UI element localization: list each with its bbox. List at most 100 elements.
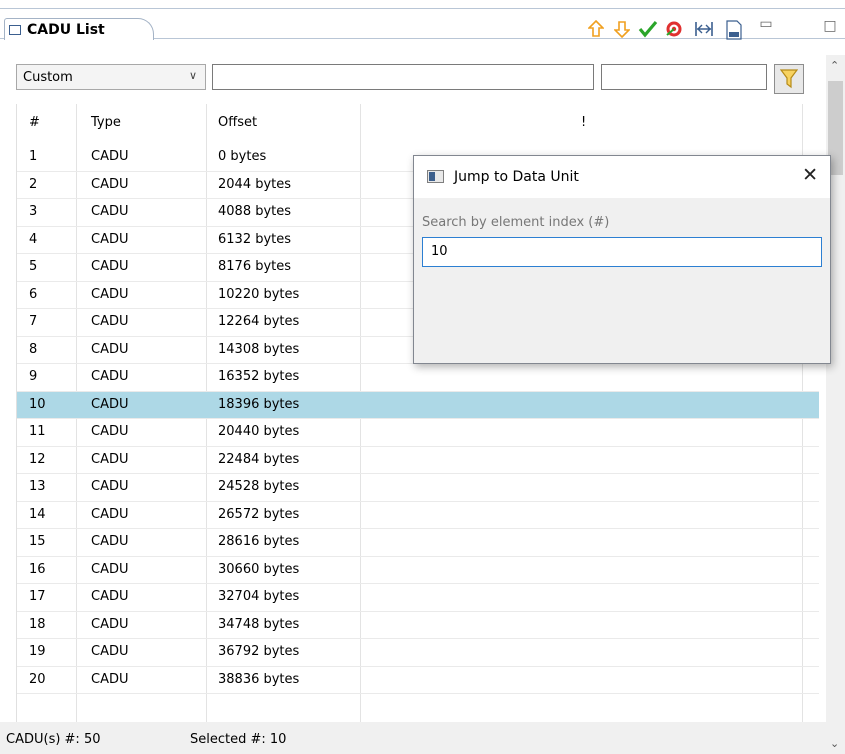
cell-type: CADU — [91, 561, 129, 577]
preset-dropdown-value: Custom — [23, 69, 73, 85]
checkmark-icon[interactable] — [638, 20, 658, 40]
cell-index: 18 — [29, 616, 46, 632]
chevron-down-icon: ∨ — [188, 69, 197, 82]
table-row[interactable]: 10 CADU 18396 bytes — [17, 391, 819, 419]
cell-type: CADU — [91, 671, 129, 687]
cell-index: 2 — [29, 176, 38, 192]
scroll-down-icon[interactable]: ⌄ — [830, 737, 839, 750]
cell-offset: 2044 bytes — [218, 176, 292, 192]
table-row[interactable]: 15 CADU 28616 bytes — [17, 529, 819, 557]
cell-type: CADU — [91, 424, 129, 439]
tab-label: CADU List — [27, 21, 105, 38]
cell-offset: 6132 bytes — [218, 231, 292, 247]
cell-index: 20 — [29, 671, 46, 687]
search-label: Search by element index (#) — [422, 215, 610, 230]
scroll-up-icon[interactable]: ⌃ — [830, 59, 839, 72]
funnel-icon — [780, 69, 798, 89]
cell-offset: 10220 bytes — [218, 286, 300, 302]
jump-to-dialog: Jump to Data Unit ✕ Search by element in… — [413, 155, 831, 364]
minimize-icon[interactable]: ▭ — [756, 14, 776, 34]
table-row[interactable]: 16 CADU 30660 bytes — [17, 557, 819, 584]
view-icon — [9, 24, 21, 35]
preset-dropdown[interactable]: Custom ∨ — [16, 64, 206, 90]
table-row[interactable]: 13 CADU 24528 bytes — [17, 474, 819, 502]
cell-offset: 24528 bytes — [218, 479, 300, 494]
cell-offset: 36792 bytes — [218, 644, 300, 659]
cell-offset: 16352 bytes — [218, 369, 300, 384]
cell-offset: 26572 bytes — [218, 506, 300, 522]
element-index-input[interactable]: 10 — [422, 237, 822, 267]
cell-type: CADU — [91, 451, 129, 467]
table-row[interactable]: 20 CADU 38836 bytes — [17, 667, 819, 694]
maximize-icon[interactable]: □ — [820, 16, 840, 36]
view-tab-bar: CADU List ▭ □ — [0, 0, 845, 40]
close-icon[interactable]: ✕ — [802, 164, 818, 186]
cell-index: 12 — [29, 451, 46, 467]
cell-index: 4 — [29, 231, 38, 247]
column-header-offset[interactable]: Offset — [218, 115, 257, 130]
cell-type: CADU — [91, 176, 129, 192]
cell-offset: 32704 bytes — [218, 589, 300, 604]
table-row[interactable]: 18 CADU 34748 bytes — [17, 612, 819, 639]
cell-type: CADU — [91, 314, 129, 329]
cell-type: CADU — [91, 644, 129, 659]
cell-index: 16 — [29, 561, 46, 577]
cell-type: CADU — [91, 369, 129, 384]
cell-offset: 18396 bytes — [218, 396, 300, 412]
unit-count: CADU(s) #: 50 — [6, 732, 101, 747]
cell-offset: 34748 bytes — [218, 616, 300, 632]
cell-type: CADU — [91, 479, 129, 494]
tab-bar-top-border — [0, 8, 845, 9]
cell-offset: 30660 bytes — [218, 561, 300, 577]
target-icon[interactable] — [664, 20, 684, 40]
table-row[interactable]: 12 CADU 22484 bytes — [17, 447, 819, 474]
secondary-filter-input[interactable] — [601, 64, 767, 90]
cell-index: 7 — [29, 314, 38, 329]
text-filter-input[interactable] — [212, 64, 594, 90]
column-header-flag[interactable]: ! — [581, 115, 586, 130]
cell-offset: 14308 bytes — [218, 341, 300, 357]
cell-offset: 0 bytes — [218, 149, 267, 164]
expand-icon[interactable] — [694, 20, 714, 40]
cell-type: CADU — [91, 534, 129, 549]
selected-count: Selected #: 10 — [190, 732, 287, 747]
cell-index: 14 — [29, 506, 46, 522]
window-icon — [427, 170, 444, 183]
cell-offset: 20440 bytes — [218, 424, 300, 439]
cell-index: 3 — [29, 204, 38, 219]
table-header: # Type Offset ! — [17, 104, 819, 142]
cell-index: 19 — [29, 644, 46, 659]
cell-offset: 12264 bytes — [218, 314, 300, 329]
apply-filter-button[interactable] — [774, 64, 804, 94]
arrow-down-icon[interactable] — [612, 20, 632, 40]
cell-offset: 8176 bytes — [218, 259, 292, 274]
column-header-index[interactable]: # — [29, 115, 40, 130]
cell-offset: 28616 bytes — [218, 534, 300, 549]
arrow-up-icon[interactable] — [586, 19, 606, 40]
cell-index: 11 — [29, 424, 46, 439]
dialog-title: Jump to Data Unit — [454, 169, 579, 185]
cell-type: CADU — [91, 341, 129, 357]
cell-index: 6 — [29, 286, 38, 302]
cell-offset: 22484 bytes — [218, 451, 300, 467]
cell-type: CADU — [91, 506, 129, 522]
table-row[interactable]: 11 CADU 20440 bytes — [17, 419, 819, 447]
status-bar: CADU(s) #: 50 Selected #: 10 — [0, 722, 826, 754]
table-row[interactable]: 14 CADU 26572 bytes — [17, 502, 819, 529]
table-row[interactable]: 17 CADU 32704 bytes — [17, 584, 819, 612]
binary-file-icon[interactable] — [724, 20, 744, 40]
tab-cadu-list[interactable]: CADU List — [4, 18, 154, 40]
column-header-type[interactable]: Type — [91, 115, 121, 130]
dialog-title-bar: Jump to Data Unit ✕ — [414, 156, 830, 198]
cell-type: CADU — [91, 149, 129, 164]
cell-index: 15 — [29, 534, 46, 549]
cell-index: 1 — [29, 149, 38, 164]
cell-type: CADU — [91, 231, 129, 247]
cell-offset: 38836 bytes — [218, 671, 300, 687]
table-row[interactable]: 9 CADU 16352 bytes — [17, 364, 819, 392]
cell-index: 9 — [29, 369, 38, 384]
table-row[interactable]: 19 CADU 36792 bytes — [17, 639, 819, 667]
cell-index: 13 — [29, 479, 46, 494]
cell-index: 5 — [29, 259, 38, 274]
cell-offset: 4088 bytes — [218, 204, 292, 219]
